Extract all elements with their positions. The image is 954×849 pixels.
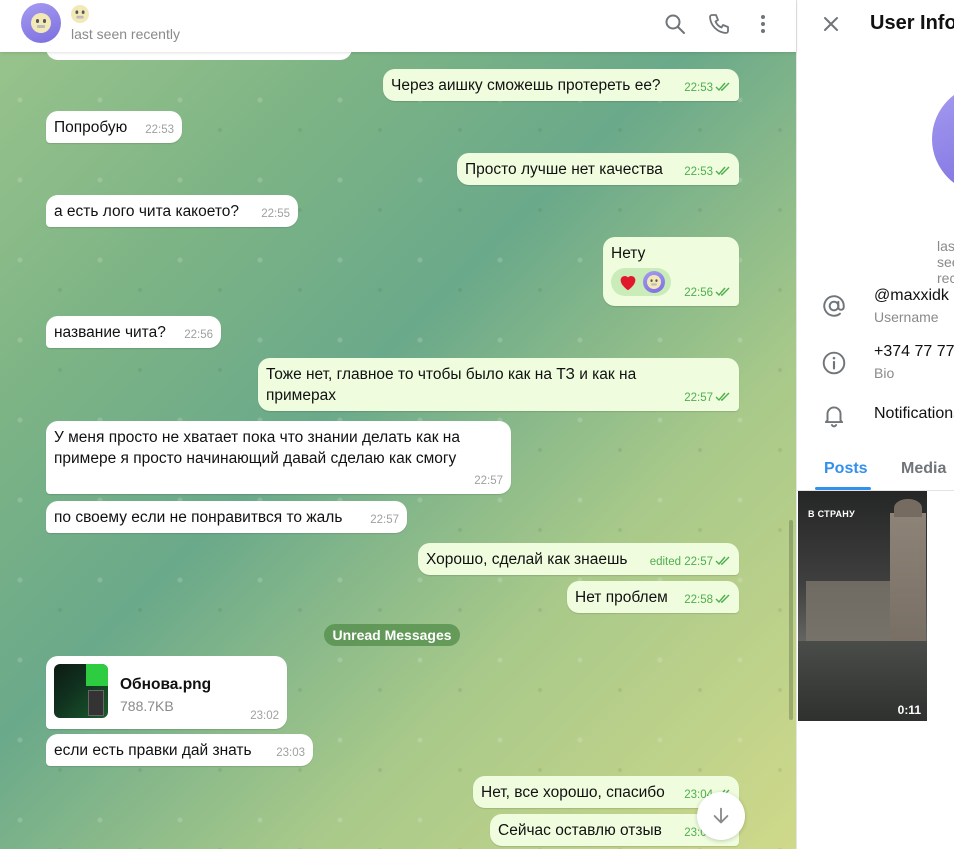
message-text: а есть лого чита какоето? xyxy=(54,203,240,220)
message-text: название чита? xyxy=(54,324,166,341)
message-text: Через аишку сможешь протереть ее? xyxy=(391,77,661,94)
file-size: 788.7KB xyxy=(120,698,174,714)
search-icon xyxy=(665,14,685,34)
message-time: 22:56 xyxy=(184,329,213,341)
message-text: Нет проблем xyxy=(575,589,668,606)
message-bubble-in[interactable]: если есть правки дай знать 23:03 xyxy=(46,734,313,766)
scrollbar[interactable] xyxy=(789,520,793,720)
message-bubble-in[interactable]: У меня просто не хватает пока что знании… xyxy=(46,421,511,494)
message-time: 22:56 xyxy=(684,287,713,299)
message-bubble-in[interactable]: а есть лого чита какоето? 22:55 xyxy=(46,195,298,227)
heart-reaction-icon[interactable] xyxy=(617,271,639,293)
read-ticks-icon xyxy=(715,392,730,402)
more-button[interactable] xyxy=(751,12,775,36)
message-text: по своему если не понравитвся то жаль xyxy=(54,509,343,526)
close-icon xyxy=(824,17,838,31)
unread-messages-divider: Unread Messages xyxy=(324,624,460,646)
message-time: 22:53 xyxy=(145,124,174,136)
chat-header[interactable]: last seen recently xyxy=(0,0,796,52)
search-button[interactable] xyxy=(663,12,687,36)
post-caption: В СТРАНУ xyxy=(808,509,855,519)
bell-icon xyxy=(821,402,847,428)
user-info-panel: User Info last seen recently @maxxidk Us… xyxy=(796,0,954,849)
tab-posts[interactable]: Posts xyxy=(824,460,868,478)
message-text: Тоже нет, главное то чтобы было как на Т… xyxy=(266,366,637,404)
profile-avatar[interactable] xyxy=(932,84,954,194)
read-ticks-icon xyxy=(715,82,730,92)
arrow-down-icon xyxy=(713,807,729,824)
read-ticks-icon xyxy=(715,556,730,566)
face-emoji-icon xyxy=(71,5,89,23)
message-bubble-out[interactable]: Нет, все хорошо, спасибо 23:04 xyxy=(473,776,739,808)
panel-title: User Info xyxy=(870,12,954,34)
info-icon xyxy=(821,350,847,376)
message-bubble-out[interactable]: Нет проблем 22:58 xyxy=(567,581,739,613)
scroll-to-bottom-button[interactable] xyxy=(697,792,745,840)
at-sign-icon xyxy=(821,293,847,319)
message-bubble-in[interactable]: название чита? 22:56 xyxy=(46,316,221,348)
message-bubble-in[interactable]: по своему если не понравитвся то жаль 22… xyxy=(46,501,407,533)
file-thumbnail[interactable] xyxy=(54,664,108,718)
avatar[interactable] xyxy=(21,3,61,43)
read-ticks-icon xyxy=(715,166,730,176)
message-time: 22:57 xyxy=(684,392,713,404)
phone-icon xyxy=(709,14,729,34)
message-text: Нету xyxy=(611,245,646,262)
call-button[interactable] xyxy=(707,12,731,36)
message-time: 23:02 xyxy=(250,710,279,722)
read-ticks-icon xyxy=(715,287,730,297)
message-meta: 22:53 xyxy=(684,81,731,95)
close-button[interactable] xyxy=(819,12,843,36)
message-text: Просто лучше нет качества xyxy=(465,161,663,178)
message-text: Попробую xyxy=(54,119,128,136)
notifications-toggle-label[interactable]: Notifications xyxy=(874,405,954,423)
message-time: 22:57 xyxy=(370,514,399,526)
message-meta: 22:58 xyxy=(684,593,731,607)
more-vertical-icon xyxy=(761,15,765,33)
message-bubble-in[interactable]: Попробую 22:53 xyxy=(46,111,182,143)
message-time: 23:03 xyxy=(276,747,305,759)
message-text: У меня просто не хватает пока что знании… xyxy=(54,429,460,467)
post-video-thumbnail[interactable]: В СТРАНУ 0:11 xyxy=(798,491,927,721)
message-bubble-out[interactable]: Хорошо, сделай как знаешь edited 22:57 xyxy=(418,543,739,575)
message-time: edited 22:57 xyxy=(649,556,713,568)
reactor-avatar xyxy=(643,271,665,293)
message-meta: 22:56 xyxy=(684,286,731,300)
video-duration: 0:11 xyxy=(897,703,921,717)
message-time: 22:53 xyxy=(684,82,713,94)
message-text: если есть правки дай знать xyxy=(54,742,252,759)
message-text: Сейчас оставлю отзыв xyxy=(498,822,662,839)
message-bubble-out[interactable]: Через аишку сможешь протереть ее? 22:53 xyxy=(383,69,739,101)
face-emoji-icon xyxy=(31,13,51,33)
username-value[interactable]: @maxxidk xyxy=(874,287,949,305)
message-time: 22:57 xyxy=(474,475,503,487)
message-text: Хорошо, сделай как знаешь xyxy=(426,551,628,568)
message-time: 22:58 xyxy=(684,594,713,606)
tab-media[interactable]: Media xyxy=(901,460,946,478)
username-label: Username xyxy=(874,309,939,325)
file-message[interactable]: Обнова.png 788.7KB 23:02 xyxy=(46,656,287,729)
chat-area: 22:52 Через аишку сможешь протереть ее? … xyxy=(0,0,796,849)
message-text: Нет, все хорошо, спасибо xyxy=(481,784,665,801)
message-bubble-out[interactable]: Просто лучше нет качества 22:53 xyxy=(457,153,739,185)
profile-last-seen: last seen recently xyxy=(937,238,954,286)
reactions[interactable] xyxy=(611,268,671,296)
message-meta: 22:57 xyxy=(684,391,731,405)
file-name: Обнова.png xyxy=(120,676,212,693)
read-ticks-icon xyxy=(715,594,730,604)
message-meta: edited 22:57 xyxy=(650,555,731,569)
message-meta: 22:53 xyxy=(684,165,731,179)
contact-status: last seen recently xyxy=(71,26,180,42)
message-bubble-out[interactable]: Тоже нет, главное то чтобы было как на Т… xyxy=(258,358,739,411)
contact-name-emoji[interactable] xyxy=(71,5,89,23)
message-time: 22:53 xyxy=(684,166,713,178)
bio-value[interactable]: +374 77 777 777 xyxy=(874,343,954,361)
message-bubble-out[interactable]: Нету 22:56 xyxy=(603,237,739,306)
message-time: 22:55 xyxy=(261,208,290,220)
bio-label: Bio xyxy=(874,365,895,381)
